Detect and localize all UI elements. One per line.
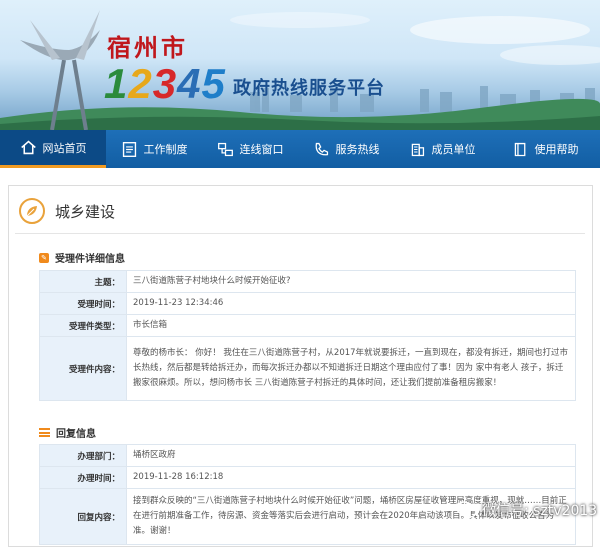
document-list-icon xyxy=(122,141,136,157)
row-label: 办理时间： xyxy=(39,466,127,489)
table-row: 受理时间： 2019-11-23 12:34:46 xyxy=(39,292,576,315)
nav-item-connect-window[interactable]: 连线窗口 xyxy=(202,130,298,168)
table-row: 办理部门： 埇桥区政府 xyxy=(39,444,576,467)
request-detail-table: 主题： 三八街道陈营子村地块什么时候开始征收? 受理时间： 2019-11-23… xyxy=(39,270,576,401)
hotline-number-logo: 12345 xyxy=(104,60,226,108)
row-value: 市长信箱 xyxy=(126,314,576,337)
hotline-digit: 5 xyxy=(201,60,226,107)
site-name: 宿州市 xyxy=(107,34,188,62)
nav-label: 服务热线 xyxy=(335,143,380,156)
leaf-icon xyxy=(19,198,45,224)
phone-icon xyxy=(315,142,328,155)
nav-item-member-units[interactable]: 成员单位 xyxy=(394,130,490,168)
table-row: 受理件内容： 尊敬的杨市长： 你好！ 我住在三八街道陈营子村，从2017年就说要… xyxy=(39,336,576,401)
row-label: 主题： xyxy=(39,270,127,293)
request-section-heading: ✎ 受理件详细信息 xyxy=(39,250,125,265)
building-icon xyxy=(411,143,424,156)
table-row: 受理件类型： 市长信箱 xyxy=(39,314,576,337)
request-heading-text: 受理件详细信息 xyxy=(55,254,125,265)
nav-item-work-rules[interactable]: 工作制度 xyxy=(106,130,202,168)
row-value: 三八街道陈营子村地块什么时候开始征收? xyxy=(126,270,576,293)
nav-item-home[interactable]: 网站首页 xyxy=(0,130,106,168)
header-banner: 宿州市 12345 政府热线服务平台 xyxy=(0,0,600,130)
nav-label: 网站首页 xyxy=(42,141,87,155)
nav-label: 连线窗口 xyxy=(239,143,284,156)
hotline-digit: 3 xyxy=(152,60,178,107)
watermark-text: 微信号: sztv2013 xyxy=(482,503,598,519)
hotline-digit: 1 xyxy=(104,60,129,107)
row-value: 2019-11-28 16:12:18 xyxy=(126,466,576,489)
reply-section-heading: 回复信息 xyxy=(39,425,96,440)
row-label: 受理件类型： xyxy=(39,314,127,337)
city-skyline-illustration xyxy=(0,10,600,130)
reply-heading-text: 回复信息 xyxy=(56,429,96,440)
row-value: 埇桥区政府 xyxy=(126,444,576,467)
nav-label: 使用帮助 xyxy=(534,143,579,156)
list-icon xyxy=(39,428,50,437)
content-panel: 城乡建设 ✎ 受理件详细信息 主题： 三八街道陈营子村地块什么时候开始征收? 受… xyxy=(8,185,593,547)
row-label: 受理时间： xyxy=(39,292,127,315)
platform-name: 政府热线服务平台 xyxy=(233,78,385,99)
nav-item-service-hotline[interactable]: 服务热线 xyxy=(298,130,394,168)
divider xyxy=(15,233,585,234)
row-value: 2019-11-23 12:34:46 xyxy=(126,292,576,315)
page-title: 城乡建设 xyxy=(55,202,116,221)
reply-detail-table: 办理部门： 埇桥区政府 办理时间： 2019-11-28 16:12:18 回复… xyxy=(39,444,576,545)
row-label: 受理件内容： xyxy=(39,336,127,401)
main-nav: 网站首页 工作制度 连线窗口 服务热线 成员单位 使用帮助 xyxy=(0,130,600,168)
link-window-icon xyxy=(217,142,233,156)
table-row: 办理时间： 2019-11-28 16:12:18 xyxy=(39,466,576,489)
row-label: 回复内容： xyxy=(39,488,127,545)
wechat-watermark: 微信号: sztv2013 xyxy=(456,500,597,520)
help-book-icon xyxy=(514,142,525,156)
hotline-digit: 4 xyxy=(177,60,202,107)
hotline-digit: 2 xyxy=(128,60,153,107)
home-icon xyxy=(20,140,36,155)
wechat-icon xyxy=(456,501,477,518)
row-label: 办理部门： xyxy=(39,444,127,467)
table-row: 主题： 三八街道陈营子村地块什么时候开始征收? xyxy=(39,270,576,293)
edit-icon: ✎ xyxy=(39,252,49,263)
nav-item-help[interactable]: 使用帮助 xyxy=(490,130,600,168)
page-title-block: 城乡建设 xyxy=(19,198,115,224)
nav-label: 成员单位 xyxy=(431,143,476,156)
row-value: 尊敬的杨市长： 你好！ 我住在三八街道陈营子村，从2017年就说要拆迁，一直到现… xyxy=(126,336,576,401)
nav-label: 工作制度 xyxy=(143,143,188,156)
